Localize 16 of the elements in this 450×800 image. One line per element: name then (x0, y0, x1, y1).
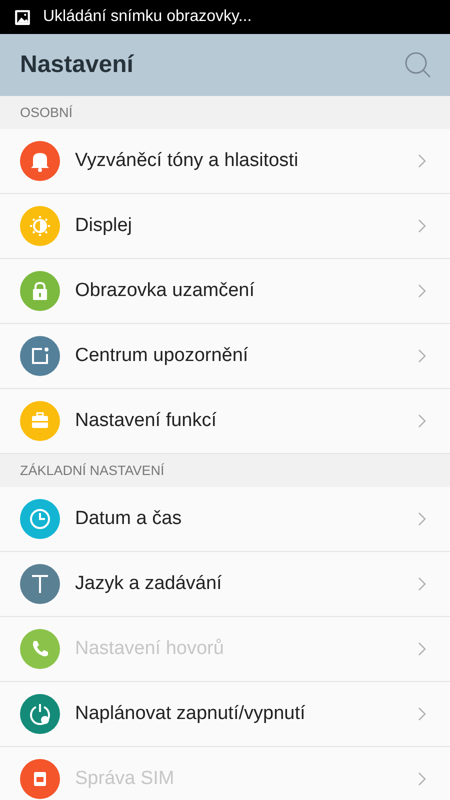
chevron-icon (418, 154, 426, 168)
chevron-icon (418, 642, 426, 656)
image-icon (14, 8, 31, 26)
page-title: Nastavení (20, 51, 134, 79)
chevron-icon (418, 414, 426, 428)
notification-text: Ukládání snímku obrazovky... (43, 8, 252, 26)
chevron-icon (418, 219, 426, 233)
chevron-icon (418, 772, 426, 786)
chevron-icon (418, 284, 426, 298)
chevron-icon (418, 577, 426, 591)
chevron-icon (418, 512, 426, 526)
section-header: ZÁKLADNÍ NASTAVENÍ (20, 463, 164, 478)
section-header: OSOBNÍ (20, 105, 73, 120)
chevron-icon (418, 707, 426, 721)
search-icon[interactable] (404, 51, 432, 79)
chevron-icon (418, 349, 426, 363)
